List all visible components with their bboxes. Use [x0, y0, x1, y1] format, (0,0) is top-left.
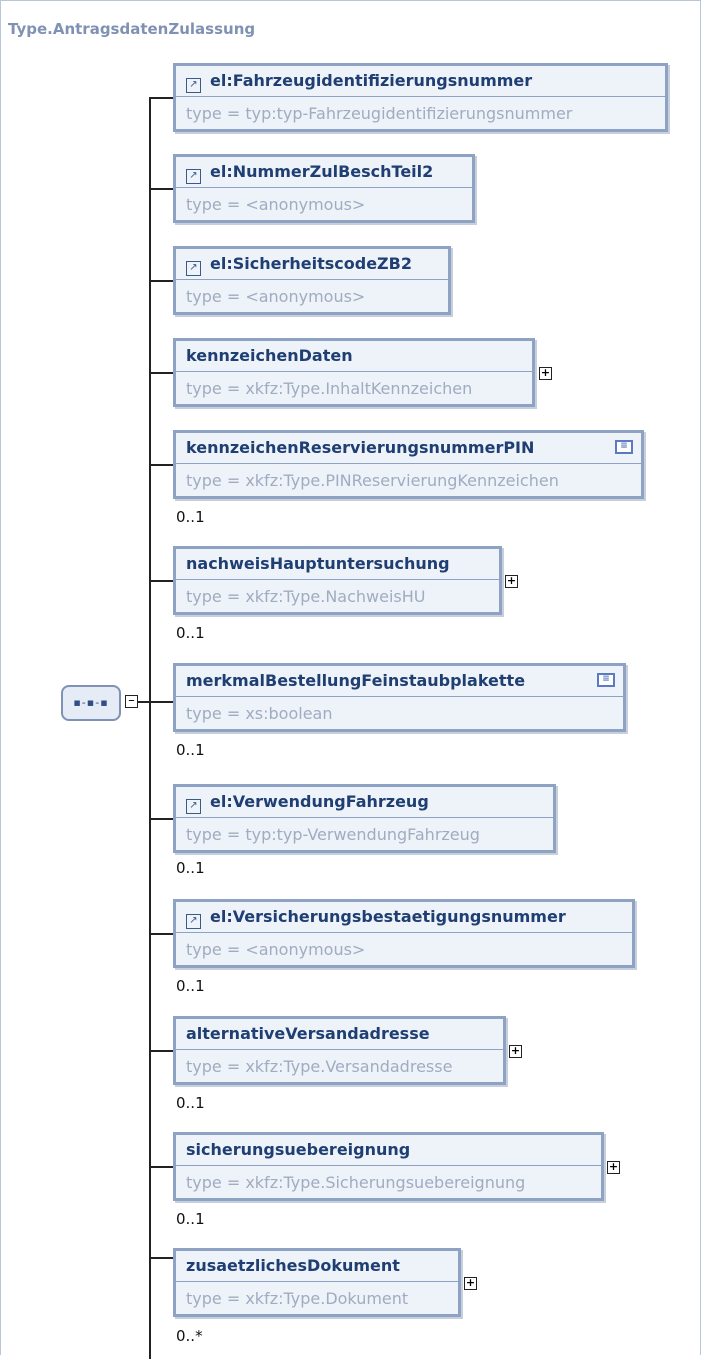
connector-bottom-hook [149, 1257, 173, 1259]
reference-arrow-icon: ↗ [186, 261, 201, 276]
reference-arrow-icon: ↗ [186, 169, 201, 184]
element-box[interactable]: kennzeichenDaten type = xkfz:Type.Inhalt… [173, 338, 535, 407]
element-name: merkmalBestellungFeinstaubplakette [186, 671, 526, 690]
element-box[interactable]: kennzeichenReservierungsnummerPIN ≡ type … [173, 430, 644, 499]
expand-toggle[interactable]: + [607, 1161, 620, 1174]
element-box[interactable]: merkmalBestellungFeinstaubplakette ≡ type… [173, 663, 626, 732]
element-type: type = typ:typ-VerwendungFahrzeug [186, 825, 480, 844]
expand-toggle[interactable]: + [539, 367, 552, 380]
element-name: kennzeichenReservierungsnummerPIN [186, 438, 535, 457]
reference-arrow-icon: ↗ [186, 914, 201, 929]
element-name: el:Versicherungsbestaetigungsnummer [210, 907, 566, 926]
documentation-icon: ≡ [615, 440, 633, 454]
sequence-icon[interactable]: ▪-▪-▪ [61, 685, 121, 721]
element-name: kennzeichenDaten [186, 346, 353, 365]
occurrence-label: 0..1 [176, 1094, 205, 1112]
element-name: sicherungsuebereignung [186, 1140, 411, 1159]
element-box[interactable]: nachweisHauptuntersuchung type = xkfz:Ty… [173, 546, 502, 615]
element-name: el:SicherheitscodeZB2 [210, 254, 412, 273]
diagram-title: Type.AntragsdatenZulassung [8, 20, 256, 38]
expand-toggle[interactable]: + [464, 1277, 477, 1290]
occurrence-label: 0..1 [176, 859, 205, 877]
element-box[interactable]: sicherungsuebereignung type = xkfz:Type.… [173, 1132, 604, 1201]
expand-toggle[interactable]: + [509, 1045, 522, 1058]
expand-toggle[interactable]: + [505, 575, 518, 588]
occurrence-label: 0..1 [176, 508, 205, 526]
element-type: type = typ:typ-Fahrzeugidentifizierungsn… [186, 104, 573, 123]
element-name: zusaetzlichesDokument [186, 1256, 400, 1275]
element-type: type = xs:boolean [186, 704, 333, 723]
element-name: el:NummerZulBeschTeil2 [210, 162, 434, 181]
element-type: type = xkfz:Type.Sicherungsuebereignung [186, 1173, 526, 1192]
element-type: type = xkfz:Type.Dokument [186, 1289, 409, 1308]
occurrence-label: 0..1 [176, 977, 205, 995]
element-box[interactable]: zusaetzlichesDokument type = xkfz:Type.D… [173, 1248, 461, 1317]
reference-arrow-icon: ↗ [186, 799, 201, 814]
element-box[interactable]: ↗ el:NummerZulBeschTeil2 type = <anonymou… [173, 154, 475, 223]
sequence-connector-line [149, 99, 151, 1359]
documentation-icon: ≡ [597, 673, 615, 687]
element-name: el:Fahrzeugidentifizierungsnummer [210, 71, 533, 90]
element-name: nachweisHauptuntersuchung [186, 554, 450, 573]
element-box[interactable]: ↗ el:Versicherungsbestaetigungsnummer typ… [173, 899, 635, 968]
occurrence-label: 0..1 [176, 624, 205, 642]
occurrence-label: 0..1 [176, 1210, 205, 1228]
element-type: type = <anonymous> [186, 287, 366, 306]
element-type: type = xkfz:Type.InhaltKennzeichen [186, 379, 473, 398]
element-box[interactable]: ↗ el:VerwendungFahrzeug type = typ:typ-Ve… [173, 784, 556, 853]
element-box[interactable]: ↗ el:SicherheitscodeZB2 type = <anonymous… [173, 246, 451, 315]
element-box[interactable]: ↗ el:Fahrzeugidentifizierungsnummer type … [173, 63, 668, 132]
occurrence-label: 0..* [176, 1327, 203, 1345]
reference-arrow-icon: ↗ [186, 78, 201, 93]
element-type: type = xkfz:Type.NachweisHU [186, 587, 426, 606]
element-type: type = xkfz:Type.PINReservierungKennzeic… [186, 471, 559, 490]
sequence-link-line [137, 701, 149, 703]
element-type: type = xkfz:Type.Versandadresse [186, 1057, 453, 1076]
element-name: el:VerwendungFahrzeug [210, 792, 429, 811]
element-type: type = <anonymous> [186, 940, 366, 959]
occurrence-label: 0..1 [176, 741, 205, 759]
element-name: alternativeVersandadresse [186, 1024, 430, 1043]
element-box[interactable]: alternativeVersandadresse type = xkfz:Ty… [173, 1016, 506, 1085]
element-type: type = <anonymous> [186, 195, 366, 214]
